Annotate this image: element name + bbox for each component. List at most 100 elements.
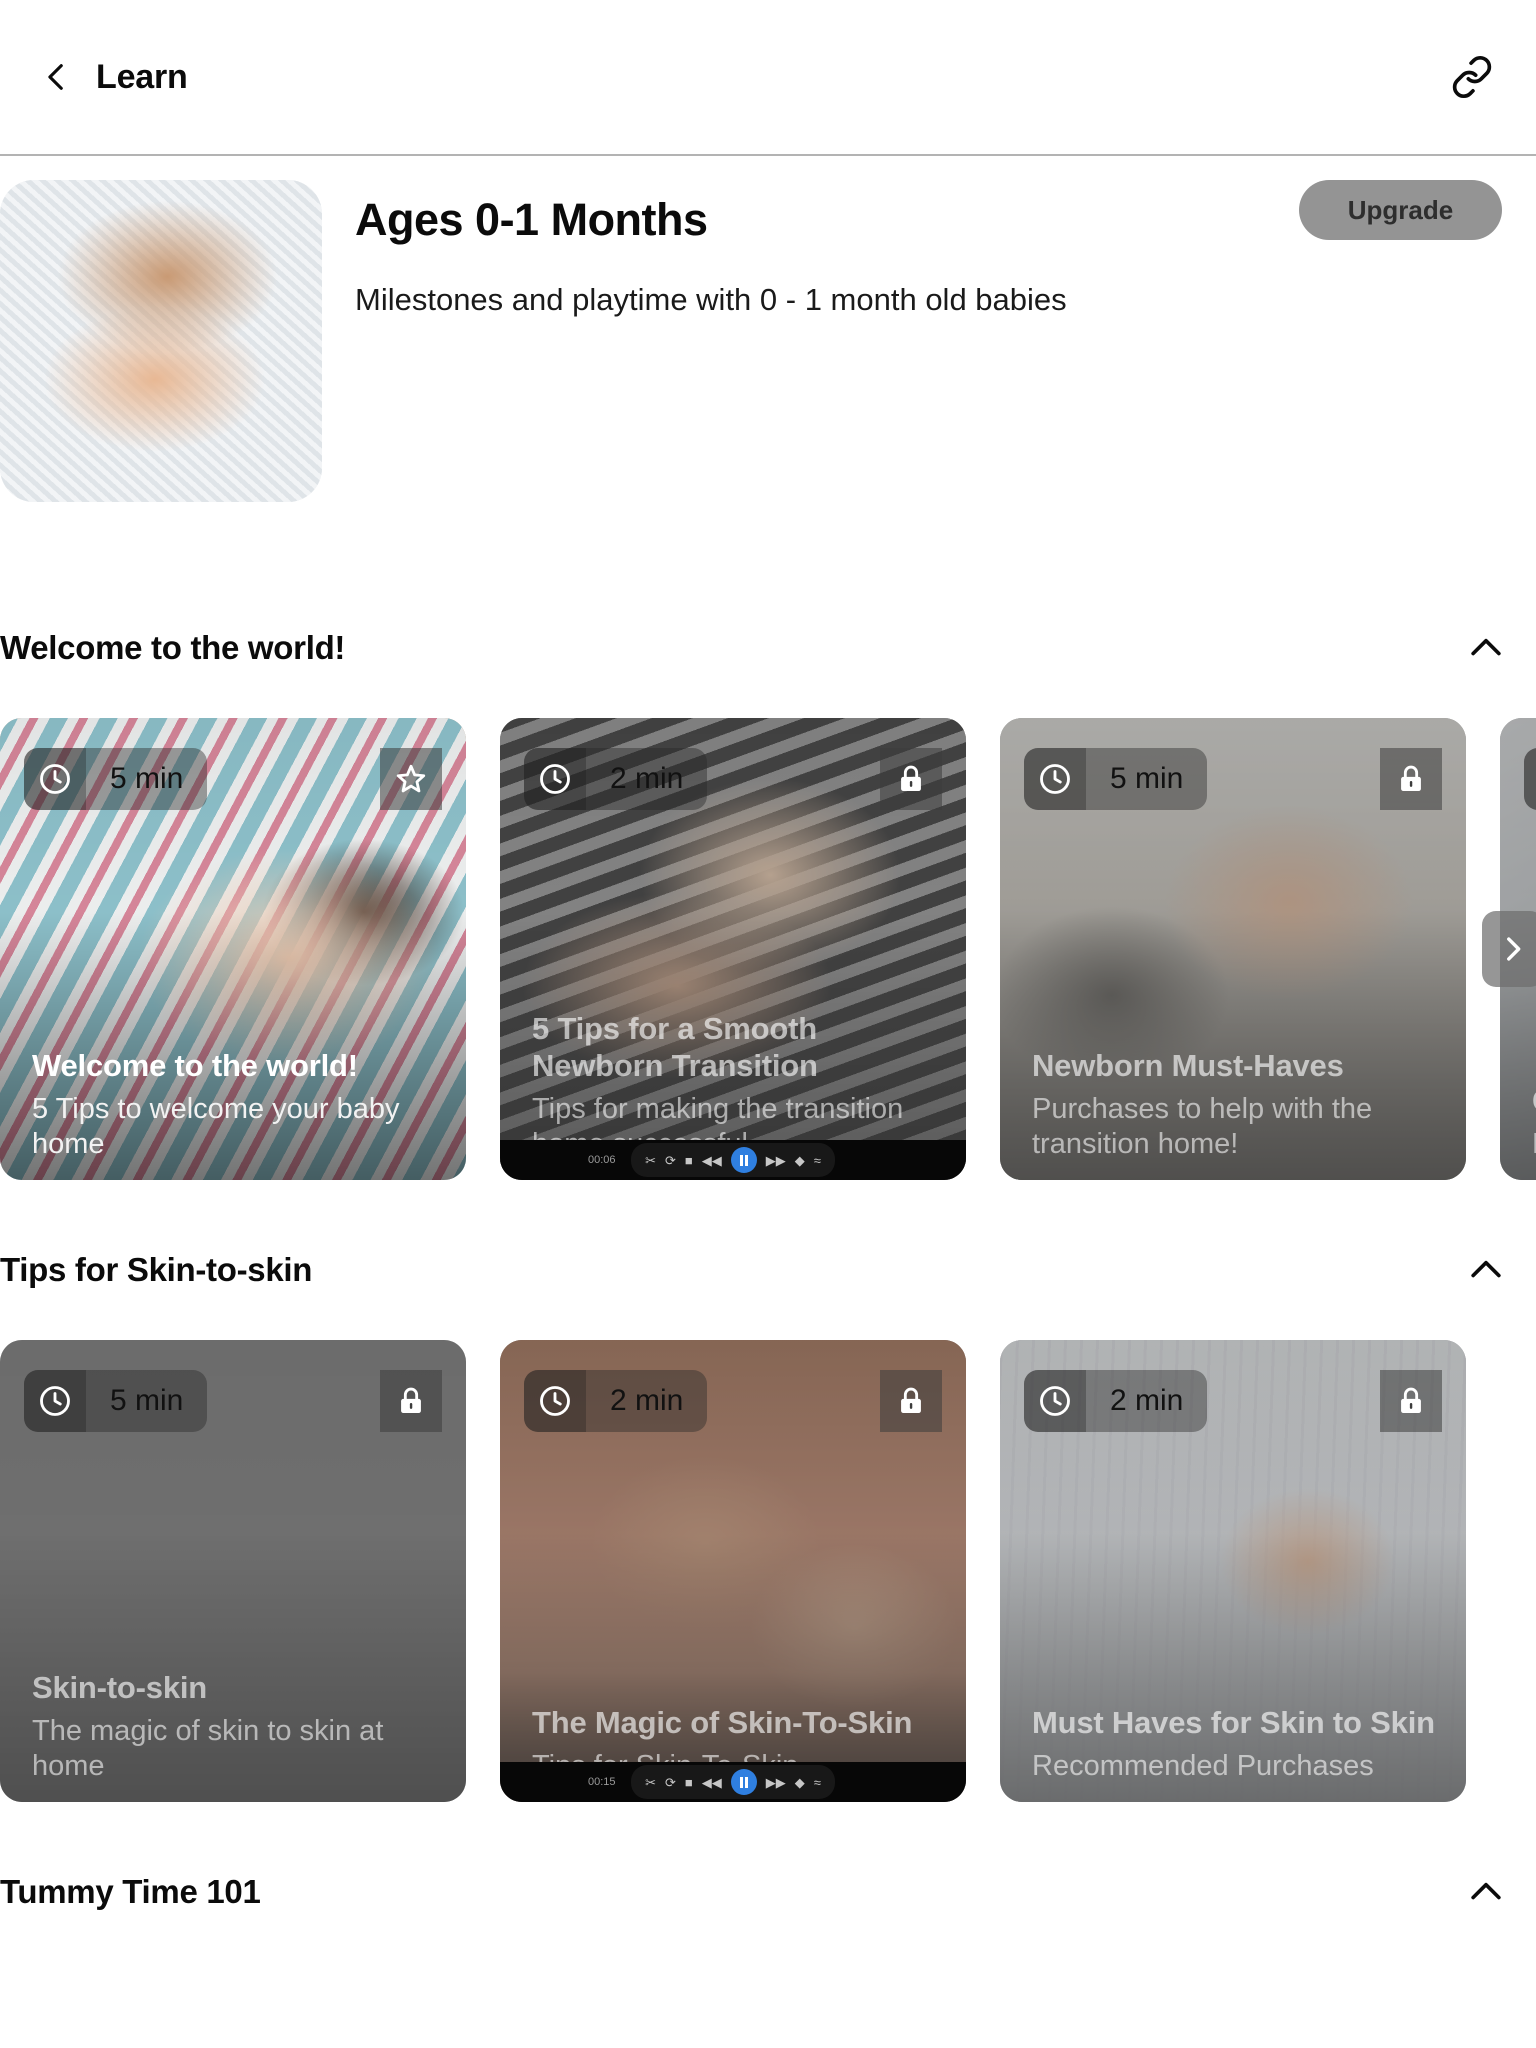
- lock-icon: [401, 1387, 421, 1414]
- duration-badge: 2 min: [524, 1370, 708, 1432]
- lesson-title: C: [1532, 1082, 1536, 1119]
- duration-badge: 5 min: [24, 748, 208, 810]
- section-header[interactable]: Tips for Skin-to-skin: [0, 1242, 1536, 1298]
- stop-icon[interactable]: ■: [685, 1154, 693, 1167]
- lesson-subtitle: 5 Tips to welcome your baby home: [32, 1093, 400, 1161]
- lock-icon: [901, 1387, 921, 1414]
- lesson-card[interactable]: 5 min Newborn Must-Haves Purchases to help…: [1000, 718, 1466, 1180]
- lesson-title: Newborn Must-Haves: [1032, 1048, 1344, 1084]
- loop-icon[interactable]: ⟳: [665, 1154, 676, 1167]
- clock-icon: [1040, 764, 1070, 794]
- clock-icon-wrap: [24, 748, 86, 810]
- card-row: 5 min Welcome to the world! 5 Tips to welc…: [0, 718, 1536, 1180]
- chevron-left-icon[interactable]: [40, 60, 74, 94]
- pause-icon[interactable]: [730, 1769, 757, 1795]
- video-player-controls[interactable]: 00:15 ✂ ⟳ ■ ◀◀ ▶▶ ◆ ≈: [500, 1762, 966, 1802]
- duration-badge: [1524, 748, 1536, 810]
- section-title: Welcome to the world!: [0, 629, 346, 666]
- chevron-right-icon[interactable]: [1496, 932, 1530, 966]
- card-carousel: 5 min Welcome to the world! 5 Tips to welc…: [0, 718, 1536, 1180]
- fast-forward-icon[interactable]: ▶▶: [766, 1154, 786, 1167]
- favorite-button[interactable]: [380, 748, 442, 810]
- duration-label: 2 min: [1110, 1384, 1184, 1417]
- cut-icon[interactable]: ✂: [645, 1154, 656, 1167]
- duration-label: 2 min: [610, 762, 684, 795]
- duration-badge: 5 min: [1024, 748, 1208, 810]
- clock-icon: [1040, 1386, 1070, 1416]
- lock-icon: [1401, 765, 1421, 792]
- fast-forward-icon[interactable]: ▶▶: [766, 1776, 786, 1789]
- section-header[interactable]: Welcome to the world!: [0, 620, 1536, 676]
- lesson-title: Skin-to-skin: [32, 1670, 208, 1706]
- lesson-text: Welcome to the world! 5 Tips to welcome y…: [32, 1047, 440, 1162]
- clock-icon: [540, 1386, 570, 1416]
- lesson-subtitle: B s: [1532, 1127, 1536, 1162]
- section-title: Tummy Time 101: [0, 1873, 261, 1910]
- duration-label: 5 min: [1110, 762, 1184, 795]
- clock-icon-wrap: [24, 1370, 86, 1432]
- lock-badge: [1380, 748, 1442, 810]
- lesson-subtitle: Purchases to help with the transition ho…: [1032, 1093, 1373, 1161]
- player-button-group[interactable]: ✂ ⟳ ■ ◀◀ ▶▶ ◆ ≈: [631, 1143, 835, 1177]
- star-icon: [396, 764, 426, 793]
- lesson-subtitle: The magic of skin to skin at home: [32, 1715, 384, 1783]
- link-icon[interactable]: [1450, 55, 1494, 99]
- section-header[interactable]: Tummy Time 101: [0, 1864, 1536, 1920]
- clock-icon-wrap: [1524, 748, 1536, 810]
- lock-icon: [1401, 1387, 1421, 1414]
- stop-icon[interactable]: ■: [685, 1776, 693, 1789]
- lesson-title: Must Haves for Skin to Skin: [1032, 1705, 1435, 1741]
- lesson-title: The Magic of Skin-To-Skin: [532, 1705, 913, 1741]
- sleeping-newborn-photo: [0, 180, 322, 502]
- volume-icon[interactable]: ≈: [814, 1776, 821, 1789]
- lesson-card[interactable]: 2 minThe Magic of Skin-To-SkinTips for S…: [500, 1340, 966, 1802]
- player-button-group[interactable]: ✂ ⟳ ■ ◀◀ ▶▶ ◆ ≈: [631, 1765, 835, 1799]
- carousel-next-button[interactable]: [1482, 911, 1536, 987]
- clock-icon-wrap: [1024, 748, 1086, 810]
- lesson-text: Newborn Must-Haves Purchases to help with…: [1032, 1047, 1440, 1162]
- rewind-icon[interactable]: ◀◀: [702, 1154, 722, 1167]
- marker-icon[interactable]: ◆: [795, 1776, 805, 1789]
- clock-icon: [40, 1386, 70, 1416]
- chevron-up-icon[interactable]: [1464, 1248, 1508, 1292]
- lesson-card[interactable]: 5 min Skin-to-skin The magic of skin to sk…: [0, 1340, 466, 1802]
- clock-icon: [40, 764, 70, 794]
- lock-badge: [380, 1370, 442, 1432]
- page-title: Learn: [96, 57, 188, 96]
- section-title: Tips for Skin-to-skin: [0, 1251, 313, 1288]
- lock-icon: [901, 765, 921, 792]
- lesson-card[interactable]: 2 min Must Haves for Skin to Skin Recommen…: [1000, 1340, 1466, 1802]
- duration-label: 5 min: [110, 762, 184, 795]
- sections-container: Welcome to the world! 5 min Welcome to the…: [0, 620, 1536, 1920]
- duration-badge: 2 min: [1024, 1370, 1208, 1432]
- loop-icon[interactable]: ⟳: [665, 1776, 676, 1789]
- lock-badge: [880, 748, 942, 810]
- course-subtitle: Milestones and playtime with 0 - 1 month…: [355, 281, 1067, 317]
- chevron-up-icon[interactable]: [1464, 1870, 1508, 1914]
- lock-badge: [880, 1370, 942, 1432]
- lock-badge: [1380, 1370, 1442, 1432]
- video-elapsed-time: 00:15: [588, 1776, 616, 1788]
- lesson-card[interactable]: 2 min 5 Tips for a Smooth Newborn Transit…: [500, 718, 966, 1180]
- clock-icon: [540, 764, 570, 794]
- rewind-icon[interactable]: ◀◀: [702, 1776, 722, 1789]
- duration-label: 2 min: [610, 1384, 684, 1417]
- card-carousel: 5 min Skin-to-skin The magic of skin to sk…: [0, 1340, 1536, 1802]
- cut-icon[interactable]: ✂: [645, 1776, 656, 1789]
- video-player-controls[interactable]: 00:06 ✂ ⟳ ■ ◀◀ ▶▶ ◆ ≈: [500, 1140, 966, 1180]
- course-thumbnail: [0, 180, 322, 502]
- chevron-up-icon[interactable]: [1464, 626, 1508, 670]
- course-header: Ages 0-1 Months Milestones and playtime …: [0, 156, 1536, 502]
- clock-icon-wrap: [1024, 1370, 1086, 1432]
- duration-badge: 5 min: [24, 1370, 208, 1432]
- card-row: 5 min Skin-to-skin The magic of skin to sk…: [0, 1340, 1536, 1802]
- back-navigation[interactable]: Learn: [40, 58, 188, 97]
- top-navigation-bar: Learn: [0, 0, 1536, 156]
- marker-icon[interactable]: ◆: [795, 1154, 805, 1167]
- volume-icon[interactable]: ≈: [814, 1154, 821, 1167]
- duration-label: 5 min: [110, 1384, 184, 1417]
- lesson-card[interactable]: 5 min Welcome to the world! 5 Tips to welc…: [0, 718, 466, 1180]
- lesson-title: Welcome to the world!: [32, 1048, 358, 1084]
- upgrade-button[interactable]: Upgrade: [1299, 180, 1502, 240]
- pause-icon[interactable]: [730, 1147, 757, 1173]
